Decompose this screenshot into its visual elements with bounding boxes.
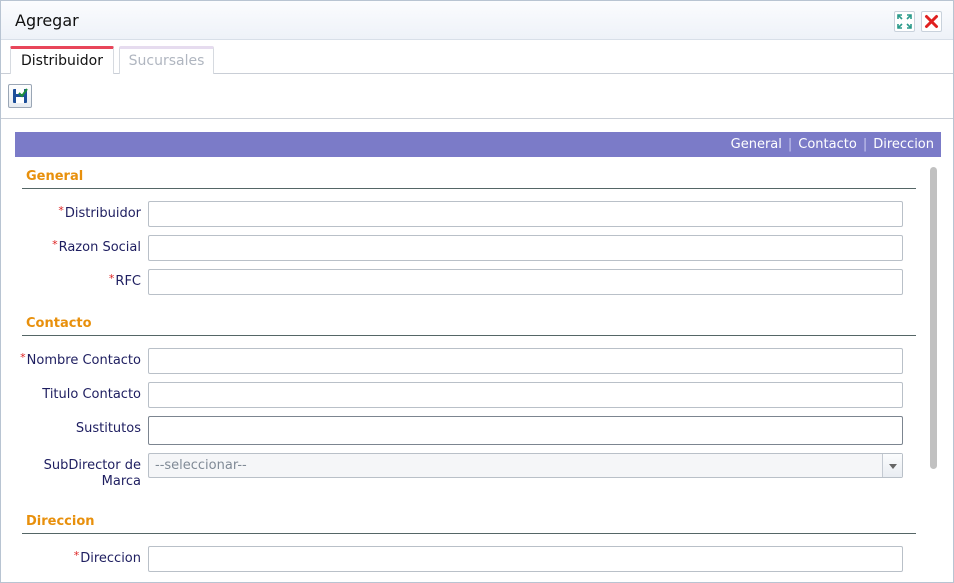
required-marker: * — [73, 549, 80, 562]
vertical-scrollbar[interactable] — [930, 167, 937, 469]
subdirector-label: SubDirector de Marca — [43, 458, 141, 489]
toolbar — [1, 74, 953, 119]
save-button[interactable] — [8, 84, 32, 108]
subdirector-select-value: --seleccionar-- — [155, 458, 247, 473]
titulo-contacto-label: Titulo Contacto — [42, 387, 141, 402]
section-divider — [22, 188, 916, 189]
rfc-input[interactable] — [148, 269, 903, 295]
section-divider — [22, 335, 916, 336]
close-button[interactable] — [921, 11, 942, 32]
section-navbar: General | Contacto | Direccion — [15, 132, 941, 157]
sustitutos-label: Sustitutos — [75, 421, 141, 436]
dialog-title: Agregar — [15, 11, 79, 30]
nav-separator: | — [787, 137, 793, 152]
required-marker: * — [108, 272, 115, 285]
nav-link-general[interactable]: General — [731, 137, 782, 152]
direccion-input[interactable] — [148, 546, 903, 572]
tab-bar: Distribuidor Sucursales — [1, 40, 953, 75]
nav-separator: | — [862, 137, 868, 152]
required-marker: * — [20, 351, 26, 364]
razon-social-input[interactable] — [148, 235, 903, 261]
section-title-contacto: Contacto — [26, 316, 92, 331]
section-title-general: General — [26, 169, 84, 184]
tab-sucursales[interactable]: Sucursales — [119, 46, 214, 74]
section-title-direccion: Direccion — [26, 514, 95, 529]
maximize-button[interactable] — [894, 11, 915, 32]
distribuidor-label: *Distribuidor — [58, 204, 141, 221]
nav-link-direccion[interactable]: Direccion — [873, 137, 934, 152]
nombre-contacto-label: *Nombre Contacto — [20, 351, 141, 368]
tab-distribuidor[interactable]: Distribuidor — [10, 46, 114, 75]
nav-link-contacto[interactable]: Contacto — [798, 137, 857, 152]
rfc-label: *RFC — [108, 272, 141, 289]
required-marker: * — [52, 238, 58, 251]
titulo-contacto-input[interactable] — [148, 382, 903, 408]
chevron-down-icon[interactable] — [882, 454, 902, 477]
expand-icon — [897, 14, 912, 29]
section-divider — [22, 533, 916, 534]
sustitutos-input[interactable] — [148, 416, 903, 445]
distribuidor-input[interactable] — [148, 201, 903, 227]
subdirector-select[interactable]: --seleccionar-- — [148, 453, 903, 478]
close-icon — [925, 15, 938, 28]
razon-social-label: *Razon Social — [52, 238, 141, 255]
required-marker: * — [58, 204, 64, 217]
nombre-contacto-input[interactable] — [148, 348, 903, 374]
direccion-label: *Direccion — [73, 549, 141, 566]
save-disk-icon — [13, 88, 28, 103]
add-dialog: Agregar Distribuidor Sucursales General … — [0, 0, 954, 583]
dialog-titlebar: Agregar — [1, 1, 953, 40]
